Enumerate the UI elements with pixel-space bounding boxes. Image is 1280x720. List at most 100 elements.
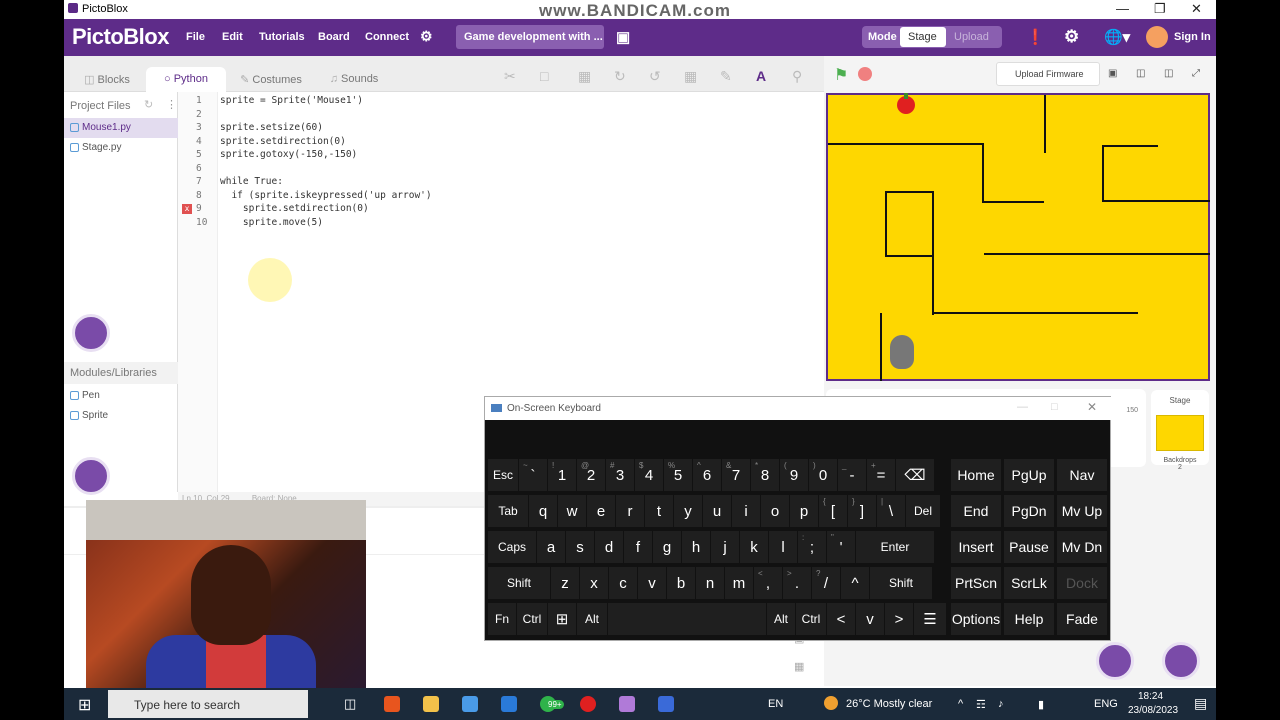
add-sprite-button[interactable] <box>1096 642 1134 680</box>
search-icon[interactable]: ⚲ <box>792 68 802 85</box>
show-hidden-icons[interactable]: ^ <box>958 698 963 710</box>
save-icon[interactable]: ▣ <box>616 28 630 46</box>
stage-selector[interactable]: Stage Backdrops 2 <box>1151 390 1209 471</box>
osk-key[interactable]: ) 0 <box>809 459 837 491</box>
code-line[interactable]: while True: <box>220 176 283 187</box>
osk-nav-key[interactable]: Nav <box>1057 459 1107 491</box>
osk-key[interactable]: b <box>667 567 695 599</box>
osk-key[interactable]: l <box>769 531 797 563</box>
osk-key[interactable]: * 8 <box>751 459 779 491</box>
osk-key[interactable]: ⊞ <box>548 603 576 635</box>
osk-key[interactable]: + = <box>867 459 895 491</box>
copy-icon[interactable]: □ <box>540 68 548 84</box>
osk-key[interactable]: % 5 <box>664 459 692 491</box>
osk-close-button[interactable]: ✕ <box>1087 400 1097 414</box>
code-line[interactable]: sprite.move(5) <box>220 217 323 228</box>
wand-icon[interactable]: ✎ <box>720 68 732 85</box>
volume-icon[interactable]: ♪ <box>998 698 1004 710</box>
osk-key[interactable]: w <box>558 495 586 527</box>
osk-key[interactable]: #3 <box>606 459 634 491</box>
undo-icon[interactable]: ↺ <box>649 68 661 85</box>
user-avatar[interactable] <box>1146 26 1168 48</box>
osk-key[interactable]: u <box>703 495 731 527</box>
brave-browser-icon[interactable] <box>384 696 400 712</box>
osk-key[interactable]: Esc <box>488 459 518 491</box>
minimize-button[interactable]: — <box>1116 1 1129 16</box>
module-item-sprite[interactable]: Sprite <box>64 406 178 426</box>
osk-key[interactable] <box>608 603 766 635</box>
osk-key[interactable]: Alt <box>767 603 795 635</box>
font-size-icon[interactable]: A <box>756 68 766 84</box>
menu-file[interactable]: File <box>186 31 205 43</box>
tab-python[interactable]: ○ Python <box>146 67 226 92</box>
osk-key[interactable]: Enter <box>856 531 934 563</box>
add-backdrop-button[interactable] <box>1162 642 1200 680</box>
add-python-file-button[interactable] <box>72 314 110 352</box>
menu-connect[interactable]: Connect <box>365 31 409 43</box>
menu-tutorials[interactable]: Tutorials <box>259 31 305 43</box>
osk-key[interactable]: t <box>645 495 673 527</box>
osk-key[interactable]: Del <box>906 495 940 527</box>
osk-nav-key[interactable]: Help <box>1004 603 1054 635</box>
osk-key[interactable]: v <box>638 567 666 599</box>
refresh-icon[interactable]: ↻ <box>144 98 153 111</box>
osk-nav-key[interactable]: Mv Up <box>1057 495 1107 527</box>
clock-date[interactable]: 23/08/2023 <box>1128 705 1178 716</box>
input-language[interactable]: EN <box>768 698 783 710</box>
osk-key[interactable]: z <box>551 567 579 599</box>
module-item-pen[interactable]: Pen <box>64 386 178 406</box>
camera-icon[interactable]: ▣ <box>1108 68 1117 79</box>
stop-icon[interactable] <box>858 67 872 81</box>
tab-costumes[interactable]: ✎ Costumes <box>228 67 314 92</box>
osk-key[interactable]: m <box>725 567 753 599</box>
code-line[interactable]: sprite.setsize(60) <box>220 122 323 133</box>
osk-key[interactable]: _ - <box>838 459 866 491</box>
osk-key[interactable]: ! 1 <box>548 459 576 491</box>
osk-key[interactable]: }] <box>848 495 876 527</box>
osk-nav-key[interactable]: Mv Dn <box>1057 531 1107 563</box>
start-windows-icon[interactable]: ⊞ <box>78 695 91 715</box>
code-line[interactable]: sprite.setdirection(0) <box>220 136 346 147</box>
osk-key[interactable]: $4 <box>635 459 663 491</box>
project-name-field[interactable]: Game development with ... <box>456 25 604 49</box>
osk-key[interactable]: ^ 6 <box>693 459 721 491</box>
clear-output-icon[interactable]: ▦ <box>794 660 804 673</box>
osk-key[interactable]: > <box>885 603 913 635</box>
app-icon[interactable] <box>462 696 478 712</box>
osk-key[interactable]: <, <box>754 567 782 599</box>
osk-key[interactable]: x <box>580 567 608 599</box>
language-globe-icon[interactable]: 🌐▾ <box>1104 28 1130 46</box>
osk-key[interactable]: f <box>624 531 652 563</box>
osk-key[interactable]: n <box>696 567 724 599</box>
osk-nav-key[interactable]: Dock <box>1057 567 1107 599</box>
network-icon[interactable]: ☶ <box>976 698 986 711</box>
green-flag-icon[interactable]: ⚑ <box>834 65 848 85</box>
osk-minimize-button[interactable]: — <box>1017 401 1028 413</box>
osk-key[interactable]: g <box>653 531 681 563</box>
osk-key[interactable]: p <box>790 495 818 527</box>
osk-key[interactable]: " ' <box>827 531 855 563</box>
upload-firmware-button[interactable]: Upload Firmware <box>996 62 1100 86</box>
whatsapp-icon[interactable]: 99+ <box>540 696 564 712</box>
osk-key[interactable]: ~ ` <box>519 459 547 491</box>
osk-nav-key[interactable]: Fade <box>1057 603 1107 635</box>
osk-key[interactable]: @2 <box>577 459 605 491</box>
osk-key[interactable]: Alt <box>577 603 607 635</box>
code-line[interactable]: if (sprite.iskeypressed('up arrow') <box>220 190 431 201</box>
cut-icon[interactable]: ✂ <box>504 68 516 85</box>
pictoblox-taskbar-icon[interactable] <box>619 696 635 712</box>
osk-key[interactable]: Caps <box>488 531 536 563</box>
osk-key[interactable]: v <box>856 603 884 635</box>
redo-icon[interactable]: ↻ <box>614 68 626 85</box>
osk-nav-key[interactable]: Insert <box>951 531 1001 563</box>
osk-key[interactable]: r <box>616 495 644 527</box>
osk-nav-key[interactable]: Home <box>951 459 1001 491</box>
osk-nav-key[interactable]: Options <box>951 603 1001 635</box>
large-stage-icon[interactable]: ◫ <box>1164 68 1173 79</box>
notifications-icon[interactable]: ▤ <box>1194 695 1207 712</box>
osk-key[interactable]: Tab <box>488 495 528 527</box>
osk-key[interactable]: s <box>566 531 594 563</box>
settings-gear-icon[interactable]: ⚙ <box>1064 27 1079 47</box>
menu-board[interactable]: Board <box>318 31 350 43</box>
osk-key[interactable]: j <box>711 531 739 563</box>
